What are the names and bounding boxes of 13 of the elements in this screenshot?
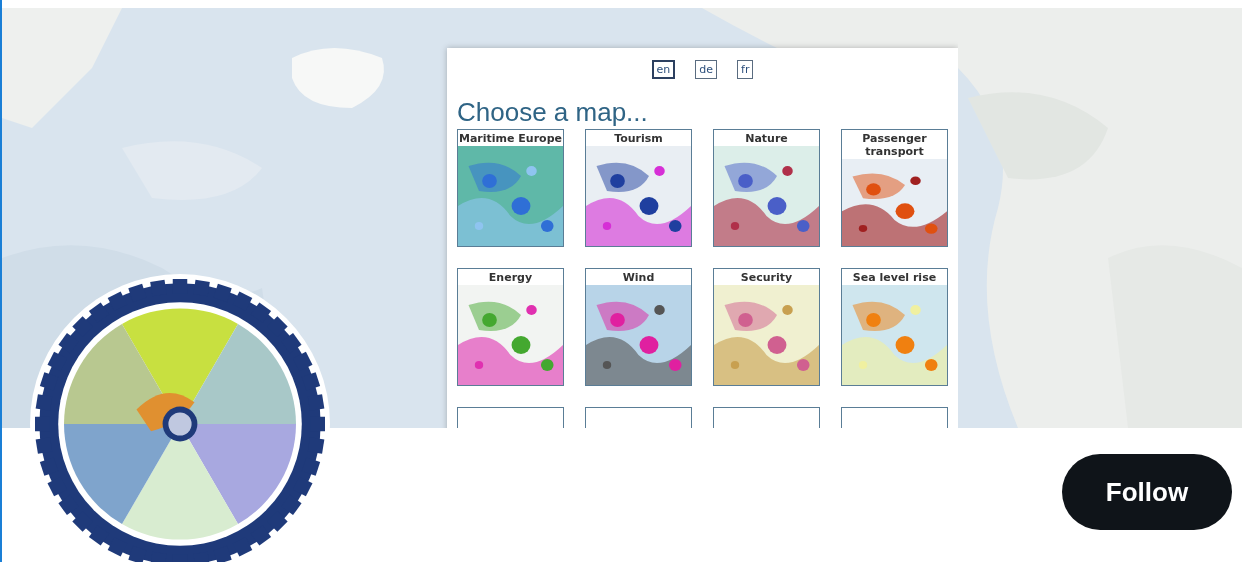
language-button[interactable]: fr [737,60,754,79]
panel-title: Choose a map... [457,97,649,127]
map-tile[interactable]: Maritime Europe [457,129,564,247]
map-tile[interactable]: Wind [585,268,692,386]
map-tile[interactable]: Nature [713,129,820,247]
map-tile[interactable]: Passenger transport [841,129,948,247]
map-tile[interactable]: Tourism [585,129,692,247]
language-button[interactable]: en [651,60,676,79]
follow-button[interactable]: Follow [1062,454,1232,530]
map-tile[interactable]: Security [713,268,820,386]
map-tile[interactable]: Sea level rise [841,268,948,386]
language-button[interactable]: de [695,60,718,79]
map-tile[interactable]: Energy [457,268,564,386]
